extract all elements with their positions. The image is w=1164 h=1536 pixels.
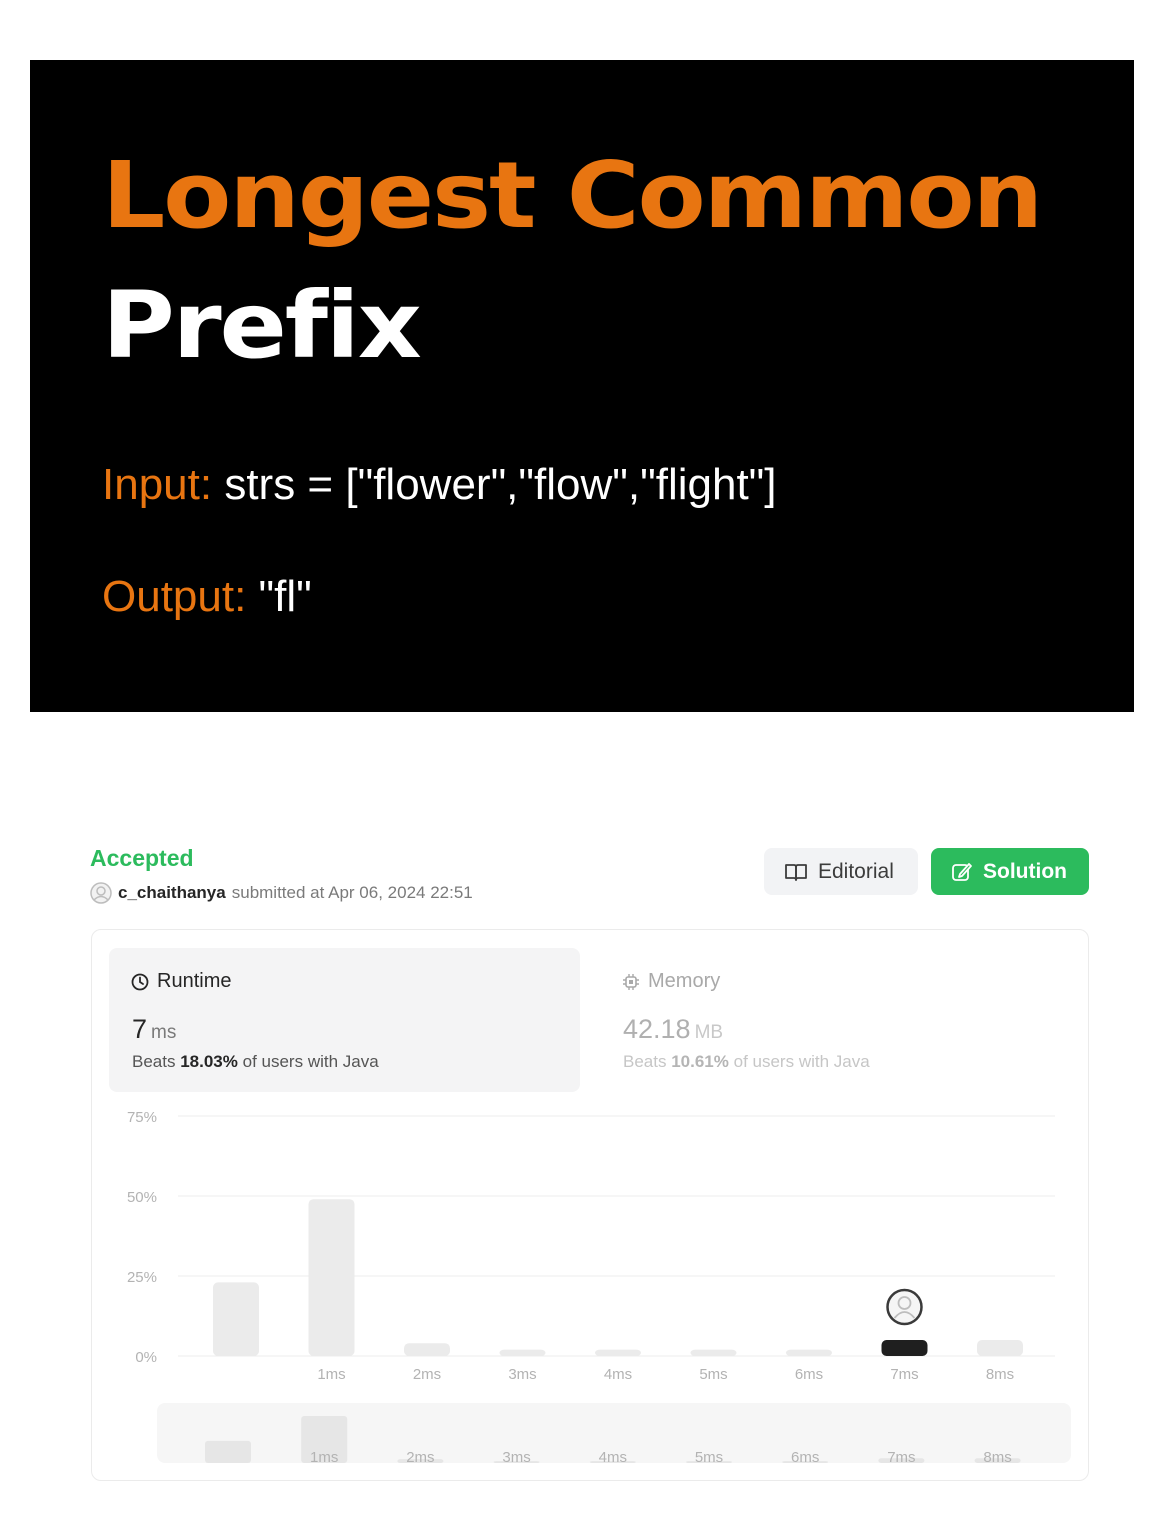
overview-tick-label: 7ms (887, 1449, 915, 1466)
overview-tick-label: 2ms (406, 1449, 434, 1466)
y-tick-label: 50% (127, 1189, 157, 1206)
distribution-bar (213, 1282, 259, 1356)
overview-tick-label: 4ms (599, 1449, 627, 1466)
overview-bar (205, 1440, 251, 1463)
y-tick-label: 25% (127, 1269, 157, 1286)
distribution-bar (595, 1349, 641, 1356)
x-tick-label: 8ms (986, 1366, 1014, 1383)
distribution-bar (308, 1199, 355, 1356)
y-tick-label: 75% (127, 1109, 157, 1126)
overview-tick-label: 8ms (983, 1449, 1011, 1466)
x-tick-label: 7ms (890, 1366, 918, 1383)
distribution-bar (690, 1349, 737, 1356)
overview-tick-label: 3ms (502, 1449, 530, 1466)
runtime-distribution-chart: 0% 25% 50% 75% 1ms 2ms 3ms 4ms 5ms 6ms 7ms 8ms 1ms 2m… (127, 1109, 1071, 1466)
y-tick-label: 0% (135, 1349, 157, 1366)
x-tick-label: 2ms (413, 1366, 441, 1383)
x-tick-label: 4ms (604, 1366, 632, 1383)
selected-bar (881, 1340, 928, 1356)
x-tick-label: 1ms (317, 1366, 345, 1383)
distribution-bar (404, 1343, 450, 1356)
x-tick-label: 3ms (508, 1366, 536, 1383)
distribution-bar (499, 1349, 546, 1356)
x-tick-label: 6ms (795, 1366, 823, 1383)
distribution-bar (977, 1340, 1023, 1356)
x-tick-label: 5ms (699, 1366, 727, 1383)
overview-tick-label: 5ms (695, 1449, 723, 1466)
overview-tick-label: 1ms (310, 1449, 338, 1466)
overview-tick-label: 6ms (791, 1449, 819, 1466)
user-marker-avatar-icon (886, 1288, 923, 1326)
distribution-bar (786, 1349, 832, 1356)
